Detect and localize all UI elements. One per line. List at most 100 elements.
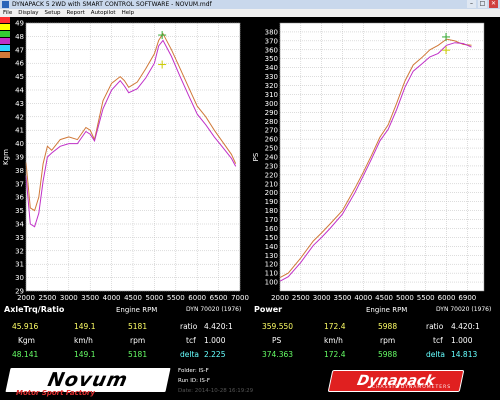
left-tcf-value: 1.000 <box>204 336 226 345</box>
y-tick-label: 44 <box>15 87 24 95</box>
y-tick-label: 140 <box>265 243 278 251</box>
y-tick-label: 290 <box>265 109 278 117</box>
y-tick-label: 47 <box>15 46 24 54</box>
y-tick-label: 320 <box>265 82 278 90</box>
power-chart-dyn: DYN 70020 (1976) <box>436 306 492 313</box>
right-delta-label: delta <box>426 350 445 359</box>
y-tick-label: 39 <box>15 154 24 162</box>
right-delta-value: 14.813 <box>451 350 478 359</box>
x-tick-label: 3500 <box>334 294 352 302</box>
y-tick-label: 100 <box>265 279 278 287</box>
x-tick-label: 3500 <box>81 294 99 302</box>
x-tick-label: 5000 <box>396 294 414 302</box>
close-button[interactable]: ✕ <box>489 0 498 8</box>
y-tick-label: 240 <box>265 154 278 162</box>
x-tick-label: 4500 <box>124 294 142 302</box>
y-tick-label: 220 <box>265 171 278 179</box>
right-speed-2: 172.4 <box>324 350 346 359</box>
y-tick-label: 250 <box>265 145 278 153</box>
right-tcf-label: tcf <box>433 336 443 345</box>
right-unit-3: rpm <box>380 336 396 345</box>
menu-display[interactable]: Display <box>18 9 38 17</box>
power-chart-footer: Power Engine RPM DYN 70020 (1976) <box>250 303 500 317</box>
left-rpm-2: 5181 <box>128 350 148 359</box>
power-chart-title: Power <box>254 305 283 314</box>
y-tick-label: 160 <box>265 225 278 233</box>
y-tick-label: 41 <box>15 127 24 135</box>
left-tcf-label: tcf <box>186 336 196 345</box>
y-tick-label: 42 <box>15 113 24 121</box>
right-ratio-label: ratio <box>426 322 444 331</box>
x-tick-label: 2000 <box>17 294 35 302</box>
x-tick-label: 2000 <box>271 294 289 302</box>
menu-autopilot[interactable]: Autopilot <box>91 9 116 17</box>
left-unit-3: rpm <box>130 336 146 345</box>
menu-bar: File Display Setup Report Autopilot Help <box>0 9 500 17</box>
y-tick-label: 380 <box>265 28 278 36</box>
window-titlebar: DYNAPACK 5 2WD with SMART CONTROL SOFTWA… <box>0 0 500 9</box>
y-tick-label: 340 <box>265 64 278 72</box>
left-ratio-label: ratio <box>180 322 198 331</box>
y-tick-label: 45 <box>15 73 24 81</box>
menu-file[interactable]: File <box>3 9 12 17</box>
y-tick-label: 37 <box>15 180 24 188</box>
torque-chart-title: AxleTrq/Ratio <box>4 305 65 314</box>
left-rpm-1: 5181 <box>128 322 148 331</box>
right-value-1: 359.550 <box>262 322 294 331</box>
power-chart[interactable]: 1001101201301401501601701801902002102202… <box>250 17 500 303</box>
right-ratio-value: 4.420:1 <box>451 322 480 331</box>
y-tick-label: 360 <box>265 46 278 54</box>
runid-info: Run ID: IS-F <box>178 378 211 384</box>
x-tick-label: 5500 <box>167 294 185 302</box>
minimize-button[interactable]: – <box>467 0 476 8</box>
y-tick-label: 350 <box>265 55 278 63</box>
window-title: DYNAPACK 5 2WD with SMART CONTROL SOFTWA… <box>12 1 212 8</box>
y-tick-label: 35 <box>15 207 24 215</box>
right-rpm-1: 5988 <box>378 322 398 331</box>
left-unit-1: Kgm <box>18 336 35 345</box>
left-value-2: 48.141 <box>12 350 39 359</box>
y-tick-label: 32 <box>15 247 24 255</box>
dynapack-tagline: CHASSIS DYNAMOMETERS <box>372 385 452 390</box>
x-tick-label: 4000 <box>354 294 372 302</box>
y-tick-label: 370 <box>265 37 278 45</box>
torque-chart[interactable]: 2930313233343536373839404142434445464748… <box>0 17 250 303</box>
y-tick-label: 170 <box>265 216 278 224</box>
torque-chart-footer: AxleTrq/Ratio Engine RPM DYN 70020 (1976… <box>0 303 250 317</box>
y-tick-label: 34 <box>15 221 24 229</box>
y-tick-label: 230 <box>265 162 278 170</box>
y-tick-label: 130 <box>265 252 278 260</box>
y-tick-label: 36 <box>15 194 24 202</box>
y-tick-label: 43 <box>15 100 24 108</box>
right-tcf-value: 1.000 <box>451 336 473 345</box>
y-tick-label: 260 <box>265 136 278 144</box>
x-tick-label: 4000 <box>103 294 121 302</box>
x-tick-label: 3000 <box>60 294 78 302</box>
right-unit-1: PS <box>272 336 282 345</box>
power-chart-xlabel: Engine RPM <box>366 306 408 314</box>
y-tick-label: 40 <box>15 140 24 148</box>
left-ratio-value: 4.420:1 <box>204 322 233 331</box>
y-tick-label: 33 <box>15 234 24 242</box>
left-speed-1: 149.1 <box>74 322 96 331</box>
y-tick-label: 330 <box>265 73 278 81</box>
x-tick-label: 6000 <box>438 294 456 302</box>
menu-setup[interactable]: Setup <box>45 9 61 17</box>
y-tick-label: 38 <box>15 167 24 175</box>
app-icon <box>2 1 9 8</box>
y-tick-label: 310 <box>265 91 278 99</box>
menu-report[interactable]: Report <box>67 9 85 17</box>
right-rpm-2: 5988 <box>378 350 398 359</box>
x-tick-label: 3000 <box>313 294 331 302</box>
right-unit-2: km/h <box>324 336 343 345</box>
menu-help[interactable]: Help <box>122 9 135 17</box>
torque-chart-xlabel: Engine RPM <box>116 306 158 314</box>
torque-chart-dyn: DYN 70020 (1976) <box>186 306 242 313</box>
y-tick-label: 49 <box>15 20 24 28</box>
y-axis-label: Kgm <box>2 149 10 165</box>
maximize-button[interactable]: □ <box>478 0 487 8</box>
y-tick-label: 190 <box>265 198 278 206</box>
novum-tagline: Motor Sport Factory <box>16 389 95 397</box>
left-delta-label: delta <box>180 350 199 359</box>
y-tick-label: 31 <box>15 261 24 269</box>
